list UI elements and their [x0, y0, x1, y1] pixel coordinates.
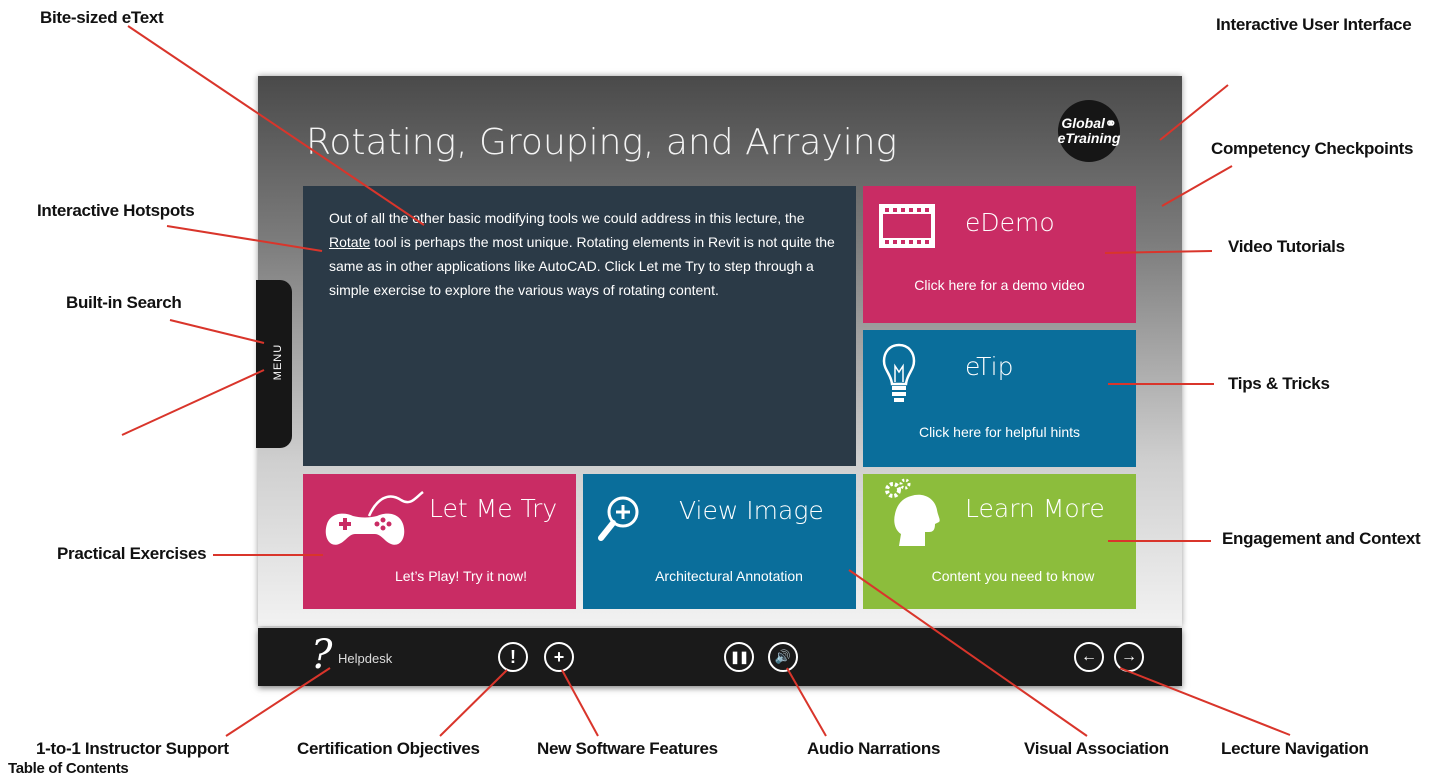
callout-leader-lines — [121, 25, 1291, 737]
